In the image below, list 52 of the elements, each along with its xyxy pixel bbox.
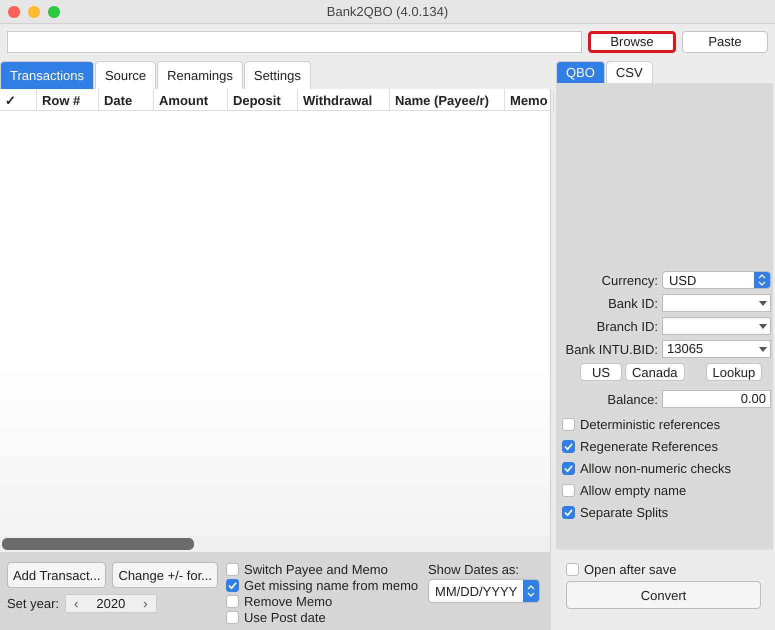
checkbox[interactable]: Switch Payee and Memo <box>226 562 418 577</box>
checkbox[interactable]: Separate Splits <box>562 505 771 520</box>
up-down-icon <box>527 585 536 597</box>
browse-button[interactable]: Browse <box>588 30 676 52</box>
checkmark-icon <box>228 581 238 590</box>
tab[interactable]: CSV <box>606 61 653 83</box>
convert-button[interactable]: Convert <box>566 581 761 609</box>
checkbox[interactable]: Allow empty name <box>562 483 771 498</box>
year-label: Set year: <box>7 596 60 611</box>
checkmark-icon <box>564 464 573 473</box>
window-control-icon[interactable] <box>48 6 60 18</box>
window-control-icon[interactable] <box>28 6 40 18</box>
field-label: Bank INTU.BID: <box>564 342 658 356</box>
checkbox[interactable]: Deterministic references <box>562 417 771 432</box>
window-title: Bank2QBO (4.0.134) <box>326 4 448 19</box>
previous-button[interactable]: ‹ <box>74 596 78 611</box>
region-button[interactable]: Lookup <box>706 363 762 381</box>
combo-field[interactable]: 13065 <box>662 340 771 358</box>
field-label: Bank ID: <box>607 296 658 310</box>
checkbox[interactable]: Use Post date <box>226 610 418 625</box>
tab[interactable]: Settings <box>244 61 311 89</box>
window-control-icon[interactable] <box>8 6 20 18</box>
combo-field[interactable] <box>662 317 771 335</box>
checkmark-icon <box>564 508 573 517</box>
tab[interactable]: QBO <box>556 61 605 83</box>
region-button[interactable]: Canada <box>625 363 685 381</box>
checkbox[interactable]: Allow non-numeric checks <box>562 461 771 476</box>
up-down-icon <box>758 274 766 286</box>
checkbox[interactable]: Get missing name from memo <box>226 578 418 593</box>
region-button[interactable]: US <box>580 363 622 381</box>
dates-label: Show Dates as: <box>428 562 520 577</box>
scrollbar-thumb[interactable] <box>2 538 194 550</box>
date-format-select[interactable]: MM/DD/YYYY <box>428 579 540 603</box>
next-button[interactable]: › <box>143 596 148 611</box>
year-stepper[interactable]: ‹ 2020 › <box>65 594 157 613</box>
currency-select[interactable]: USD <box>662 271 771 289</box>
tab[interactable]: Source <box>94 61 156 89</box>
toolbar-button[interactable]: Change +/- for... <box>112 562 218 588</box>
field-label: Branch ID: <box>596 318 658 334</box>
paste-button[interactable]: Paste <box>682 30 768 52</box>
balance-field[interactable]: 0.00 <box>662 390 771 408</box>
tab[interactable]: Transactions <box>0 61 94 89</box>
field-label: Currency: <box>600 272 658 288</box>
checkmark-icon <box>564 442 573 451</box>
combo-field[interactable] <box>662 294 771 312</box>
file-path-field[interactable] <box>7 30 582 52</box>
toolbar-button[interactable]: Add Transact... <box>7 562 106 588</box>
balance-label: Balance: <box>606 392 658 406</box>
tab[interactable]: Renamings <box>157 61 243 89</box>
checkbox[interactable]: Open after save <box>566 562 761 577</box>
checkbox[interactable]: Regenerate References <box>562 439 771 454</box>
checkbox[interactable]: Remove Memo <box>226 594 418 609</box>
